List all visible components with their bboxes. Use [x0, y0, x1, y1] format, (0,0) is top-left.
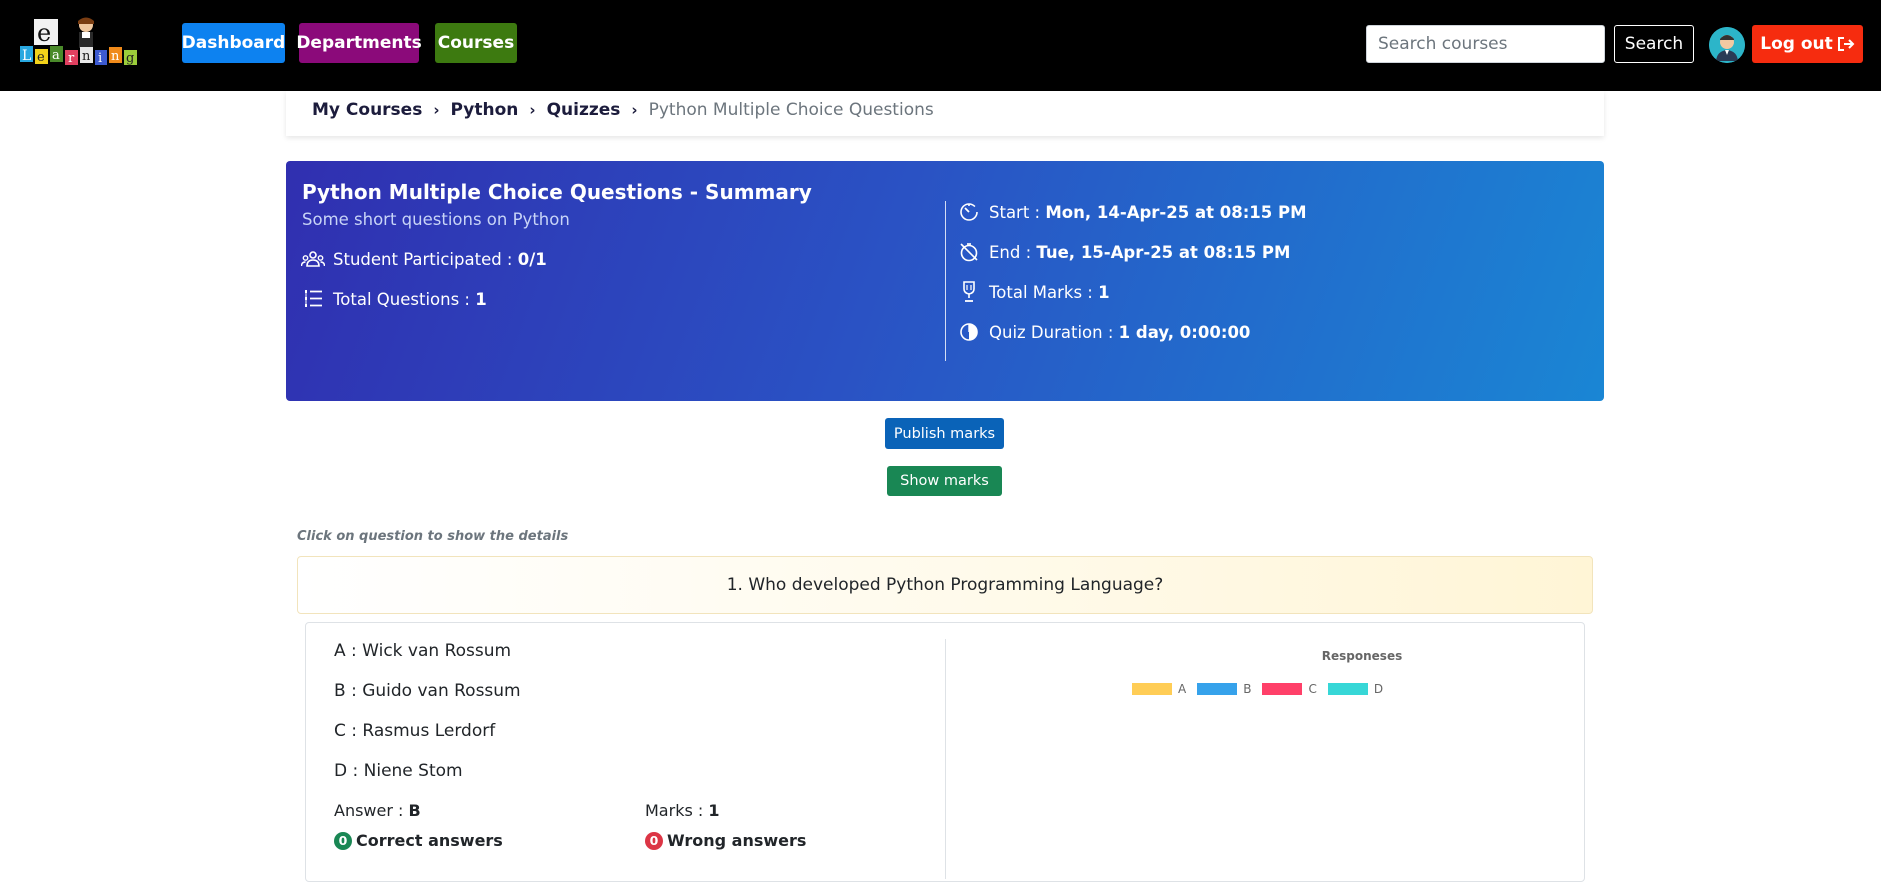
breadcrumb-chevron-icon: ›: [529, 101, 536, 119]
timer-icon: [956, 201, 982, 223]
svg-text:i: i: [98, 51, 102, 66]
total-marks: Total Marks : 1: [956, 281, 1110, 303]
svg-text:e: e: [37, 19, 51, 47]
legend-swatch-d: [1327, 683, 1368, 695]
breadcrumb-current: Python Multiple Choice Questions: [648, 100, 934, 120]
students-participated: Student Participated : 0/1: [300, 248, 547, 270]
legend-swatch-b: [1197, 683, 1238, 695]
legend-item-a[interactable]: A: [1132, 682, 1186, 696]
top-navbar: e L e a r n i n g Dashboard Departments …: [0, 0, 1881, 91]
summary-subtitle: Some short questions on Python: [302, 210, 570, 229]
svg-text:n: n: [82, 49, 91, 64]
start-value: Mon, 14-Apr-25 at 08:15 PM: [1045, 202, 1307, 222]
breadcrumb-my-courses[interactable]: My Courses: [312, 100, 422, 120]
user-avatar-icon: [1709, 27, 1745, 63]
timer-off-icon: [956, 241, 982, 263]
total-questions-label: Total Questions :: [333, 289, 470, 309]
participated-label: Student Participated :: [333, 249, 513, 269]
summary-title: Python Multiple Choice Questions - Summa…: [302, 180, 812, 204]
answer-value: B: [408, 801, 421, 820]
show-marks-button[interactable]: Show marks: [887, 466, 1002, 496]
user-avatar[interactable]: [1709, 27, 1745, 63]
marks-label: Marks :: [645, 801, 704, 820]
svg-text:a: a: [52, 48, 60, 63]
marks-value: 1: [708, 801, 720, 820]
trophy-icon: [956, 281, 982, 303]
legend-label-b: B: [1243, 682, 1252, 696]
legend-label-d: D: [1373, 682, 1384, 696]
answer-info: Answer : B: [334, 801, 421, 820]
legend-item-b[interactable]: B: [1197, 682, 1251, 696]
breadcrumb-chevron-icon: ›: [631, 101, 638, 119]
breadcrumb-chevron-icon: ›: [433, 101, 440, 119]
quiz-end: End : Tue, 15-Apr-25 at 08:15 PM: [956, 241, 1290, 263]
option-d: D : Niene Stom: [334, 761, 463, 781]
legend-swatch-a: [1132, 683, 1172, 695]
total-marks-label: Total Marks :: [989, 282, 1093, 302]
elearning-logo[interactable]: e L e a r n i n g: [20, 16, 158, 72]
list-icon: [300, 288, 326, 310]
nav-courses-button[interactable]: Courses: [435, 23, 517, 63]
total-questions: Total Questions : 1: [300, 288, 487, 310]
nav-dashboard-button[interactable]: Dashboard: [182, 23, 285, 63]
wrong-count-badge: 0: [645, 831, 663, 850]
svg-text:g: g: [126, 51, 134, 66]
participated-value: 0/1: [517, 249, 547, 269]
breadcrumb: My Courses › Python › Quizzes › Python M…: [312, 100, 934, 120]
wrong-label: Wrong answers: [667, 831, 807, 850]
logout-label: Log out: [1760, 34, 1833, 54]
logout-icon: [1837, 37, 1855, 51]
detail-divider: [945, 639, 946, 879]
responses-legend: A B C D: [1132, 682, 1394, 696]
question-detail-panel: A : Wick van Rossum B : Guido van Rossum…: [305, 622, 1585, 882]
search-courses-input[interactable]: [1366, 25, 1605, 63]
breadcrumb-bar: My Courses › Python › Quizzes › Python M…: [286, 91, 1604, 136]
question-hint: Click on question to show the details: [297, 529, 569, 544]
end-value: Tue, 15-Apr-25 at 08:15 PM: [1036, 242, 1291, 262]
correct-label: Correct answers: [356, 831, 503, 850]
summary-divider: [945, 201, 946, 361]
nav-departments-button[interactable]: Departments: [296, 23, 422, 63]
legend-label-a: A: [1178, 682, 1187, 696]
people-icon: [300, 248, 326, 270]
total-questions-value: 1: [475, 289, 487, 309]
clock-half-icon: [956, 321, 982, 343]
end-label: End :: [989, 242, 1032, 262]
svg-text:r: r: [68, 51, 75, 66]
legend-label-c: C: [1308, 682, 1317, 696]
answer-label: Answer :: [334, 801, 404, 820]
total-marks-value: 1: [1098, 282, 1110, 302]
breadcrumb-quizzes[interactable]: Quizzes: [547, 100, 621, 120]
search-button[interactable]: Search: [1614, 25, 1694, 63]
start-label: Start :: [989, 202, 1041, 222]
question-header[interactable]: 1. Who developed Python Programming Lang…: [297, 556, 1593, 614]
responses-chart-title: Responeses: [1321, 649, 1403, 663]
legend-item-c[interactable]: C: [1262, 682, 1317, 696]
wrong-answers: 0 Wrong answers: [645, 831, 806, 850]
legend-item-d[interactable]: D: [1327, 682, 1384, 696]
option-c: C : Rasmus Lerdorf: [334, 721, 496, 741]
svg-text:L: L: [22, 48, 31, 64]
correct-answers: 0 Correct answers: [334, 831, 503, 850]
breadcrumb-python[interactable]: Python: [451, 100, 519, 120]
duration-label: Quiz Duration :: [989, 322, 1114, 342]
correct-count-badge: 0: [334, 831, 352, 850]
option-b: B : Guido van Rossum: [334, 681, 521, 701]
quiz-duration: Quiz Duration : 1 day, 0:00:00: [956, 321, 1250, 343]
publish-marks-button[interactable]: Publish marks: [885, 418, 1004, 449]
quiz-start: Start : Mon, 14-Apr-25 at 08:15 PM: [956, 201, 1307, 223]
duration-value: 1 day, 0:00:00: [1118, 322, 1251, 342]
logout-button[interactable]: Log out: [1752, 25, 1863, 63]
svg-text:n: n: [111, 49, 120, 64]
svg-text:e: e: [37, 50, 45, 65]
option-a: A : Wick van Rossum: [334, 641, 512, 661]
marks-info: Marks : 1: [645, 801, 720, 820]
quiz-summary-card: Python Multiple Choice Questions - Summa…: [286, 161, 1604, 401]
legend-swatch-c: [1262, 683, 1303, 695]
